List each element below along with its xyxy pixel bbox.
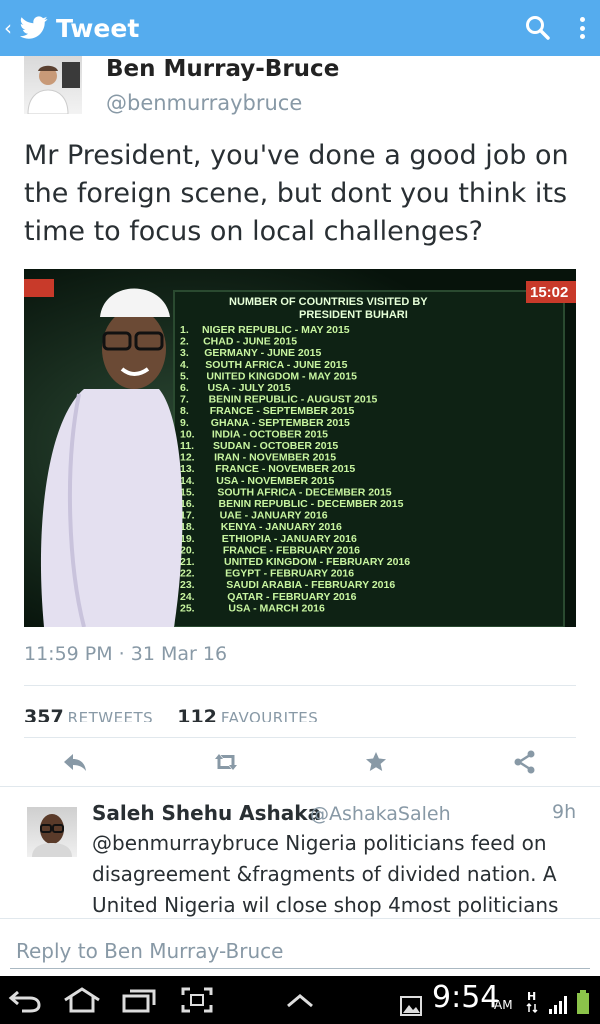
screen-title: Tweet <box>56 13 140 43</box>
favourites-stat[interactable]: 112 FAVOURITES <box>177 706 318 722</box>
app-bar: ‹ Tweet <box>0 0 600 56</box>
retweets-stat[interactable]: 357 RETWEETS <box>24 706 153 722</box>
visit-number: 15. <box>180 486 195 498</box>
visit-entry: FRANCE - NOVEMBER 2015 <box>215 463 355 475</box>
overflow-menu-icon[interactable] <box>572 14 592 42</box>
gallery-icon <box>400 996 422 1016</box>
status-clock: 9:54 <box>432 980 500 1015</box>
visit-number: 6. <box>180 382 189 394</box>
hspa-signal-icon: H <box>526 990 538 1014</box>
list-heading-line2: PRESIDENT BUHARI <box>299 309 408 321</box>
retweets-count: 357 <box>24 706 64 722</box>
tv-logo <box>24 279 54 297</box>
tweet-stats: 357 RETWEETS 112 FAVOURITES <box>24 706 576 722</box>
author-avatar[interactable] <box>24 56 82 114</box>
author-handle[interactable]: @benmurraybruce <box>106 91 302 115</box>
nav-back-icon[interactable] <box>8 986 44 1014</box>
reply-time: 9h <box>552 801 577 823</box>
retweets-label: RETWEETS <box>67 709 154 722</box>
search-icon[interactable] <box>524 14 552 42</box>
visit-entry: SOUTH AFRICA - JUNE 2015 <box>205 359 347 371</box>
reply-author-name[interactable]: Saleh Shehu Ashaka <box>92 801 321 825</box>
tweet-photo[interactable]: 15:02 NUMBER OF COUNTRIES VISITED BY PRE… <box>24 269 576 627</box>
visit-number: 5. <box>180 370 189 382</box>
visit-entry: USA - NOVEMBER 2015 <box>216 475 334 487</box>
visit-entry: QATAR - FEBRUARY 2016 <box>227 591 356 603</box>
nav-home-icon[interactable] <box>62 986 102 1014</box>
author-name[interactable]: Ben Murray-Bruce <box>106 56 339 82</box>
back-chevron-icon[interactable]: ‹ <box>4 18 16 38</box>
visit-entry: BENIN REPUBLIC - DECEMBER 2015 <box>219 498 404 510</box>
reply-input[interactable] <box>10 933 590 969</box>
visit-entry: UAE - JANUARY 2016 <box>220 510 328 522</box>
visit-number: 8. <box>180 405 189 417</box>
reply-bar <box>0 918 600 976</box>
visit-number: 3. <box>180 347 189 359</box>
visit-number: 12. <box>180 452 195 464</box>
divider <box>24 685 576 686</box>
nav-up-icon[interactable] <box>284 986 316 1014</box>
twitter-bird-icon[interactable] <box>20 16 48 40</box>
visit-entry: SAUDI ARABIA - FEBRUARY 2016 <box>226 579 395 591</box>
favourite-star-icon[interactable] <box>362 748 390 776</box>
visit-entry: UNITED KINGDOM - FEBRUARY 2016 <box>224 556 410 568</box>
reply-author-handle[interactable]: @AshakaSaleh <box>310 803 451 825</box>
favourites-label: FAVOURITES <box>220 709 319 722</box>
visit-number: 1. <box>180 324 189 336</box>
visit-number: 13. <box>180 463 195 475</box>
visit-entry: GHANA - SEPTEMBER 2015 <box>211 417 350 429</box>
system-nav-bar: 9:54 AM H <box>0 976 600 1024</box>
battery-icon <box>577 990 589 1014</box>
visit-entry: CHAD - JUNE 2015 <box>203 336 297 348</box>
visit-entry: BENIN REPUBLIC - AUGUST 2015 <box>209 394 378 406</box>
visit-number: 2. <box>180 336 189 348</box>
visit-number: 24. <box>180 591 195 603</box>
status-ampm: AM <box>494 998 513 1012</box>
visit-number: 4. <box>180 359 189 371</box>
visit-entry: EGYPT - FEBRUARY 2016 <box>225 568 354 580</box>
divider <box>0 786 600 787</box>
svg-text:H: H <box>527 990 536 1003</box>
reply-icon[interactable] <box>61 748 89 776</box>
visit-entry: SOUTH AFRICA - DECEMBER 2015 <box>217 486 391 498</box>
visit-entry: INDIA - OCTOBER 2015 <box>212 428 328 440</box>
tweet-text: Mr President, you've done a good job on … <box>24 140 569 247</box>
visit-entry: FRANCE - SEPTEMBER 2015 <box>210 405 355 417</box>
visit-number: 19. <box>180 533 195 545</box>
nav-recents-icon[interactable] <box>120 986 158 1014</box>
visit-number: 10. <box>180 428 195 440</box>
visit-number: 9. <box>180 417 189 429</box>
visit-entry: IRAN - NOVEMBER 2015 <box>214 452 336 464</box>
visit-entry: GERMANY - JUNE 2015 <box>204 347 321 359</box>
tv-time: 15:02 <box>530 284 568 301</box>
visit-entry: ETHIOPIA - JANUARY 2016 <box>222 533 357 545</box>
visit-number: 23. <box>180 579 195 591</box>
visit-number: 25. <box>180 602 195 614</box>
visit-entry: FRANCE - FEBRUARY 2016 <box>223 544 360 556</box>
visit-number: 11. <box>180 440 194 452</box>
share-icon[interactable] <box>511 748 539 776</box>
tweet-timestamp: 11:59 PM · 31 Mar 16 <box>24 643 228 665</box>
reply-avatar[interactable] <box>27 807 77 857</box>
visit-number: 14. <box>180 475 195 487</box>
signal-bars-icon <box>549 996 567 1014</box>
divider <box>24 737 576 738</box>
visit-entry: USA - JULY 2015 <box>208 382 291 394</box>
visit-entry: SUDAN - OCTOBER 2015 <box>213 440 338 452</box>
visit-number: 20. <box>180 544 195 556</box>
visit-number: 22. <box>180 568 195 580</box>
retweet-icon[interactable] <box>212 748 240 776</box>
visit-entry: NIGER REPUBLIC - MAY 2015 <box>202 324 350 336</box>
visit-number: 21. <box>180 556 195 568</box>
visit-number: 7. <box>180 394 189 406</box>
favourites-count: 112 <box>177 706 217 722</box>
screenshot-icon[interactable] <box>180 986 214 1014</box>
reply-text: @benmurraybruce Nigeria politicians feed… <box>92 831 559 917</box>
visit-entry: KENYA - JANUARY 2016 <box>221 521 342 533</box>
visit-entry: USA - MARCH 2016 <box>228 602 325 614</box>
visit-entry: UNITED KINGDOM - MAY 2015 <box>206 370 357 382</box>
list-heading-line1: NUMBER OF COUNTRIES VISITED BY <box>229 296 428 308</box>
